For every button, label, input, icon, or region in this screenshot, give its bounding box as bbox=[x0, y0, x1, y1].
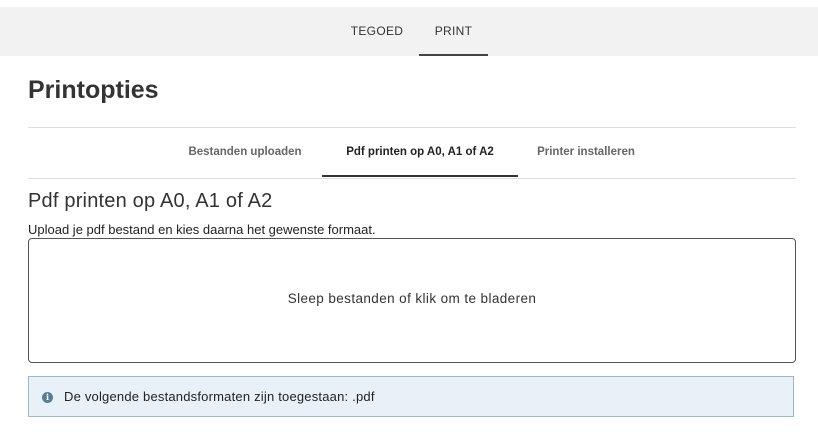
divider-top bbox=[28, 127, 796, 128]
tab-printer-installeren[interactable]: Printer installeren bbox=[522, 129, 650, 177]
tab-bestanden-uploaden[interactable]: Bestanden uploaden bbox=[172, 129, 318, 177]
page-title: Printopties bbox=[28, 76, 159, 104]
section-description: Upload je pdf bestand en kies daarna het… bbox=[28, 222, 376, 237]
section-title: Pdf printen op A0, A1 of A2 bbox=[28, 190, 273, 212]
tab-pdf-printen[interactable]: Pdf printen op A0, A1 of A2 bbox=[322, 129, 518, 177]
dropzone-text: Sleep bestanden of klik om te bladeren bbox=[287, 291, 537, 306]
top-navigation-bar: TEGOED PRINT bbox=[0, 7, 818, 56]
topnav-tegoed[interactable]: TEGOED bbox=[342, 7, 412, 56]
topnav-print[interactable]: PRINT bbox=[419, 7, 488, 56]
file-dropzone[interactable]: Sleep bestanden of klik om te bladeren bbox=[28, 238, 796, 363]
divider-tabs bbox=[28, 178, 796, 179]
allowed-formats-text: De volgende bestandsformaten zijn toeges… bbox=[64, 389, 375, 404]
info-icon: i bbox=[42, 392, 53, 403]
allowed-formats-notice: i De volgende bestandsformaten zijn toeg… bbox=[28, 376, 794, 417]
